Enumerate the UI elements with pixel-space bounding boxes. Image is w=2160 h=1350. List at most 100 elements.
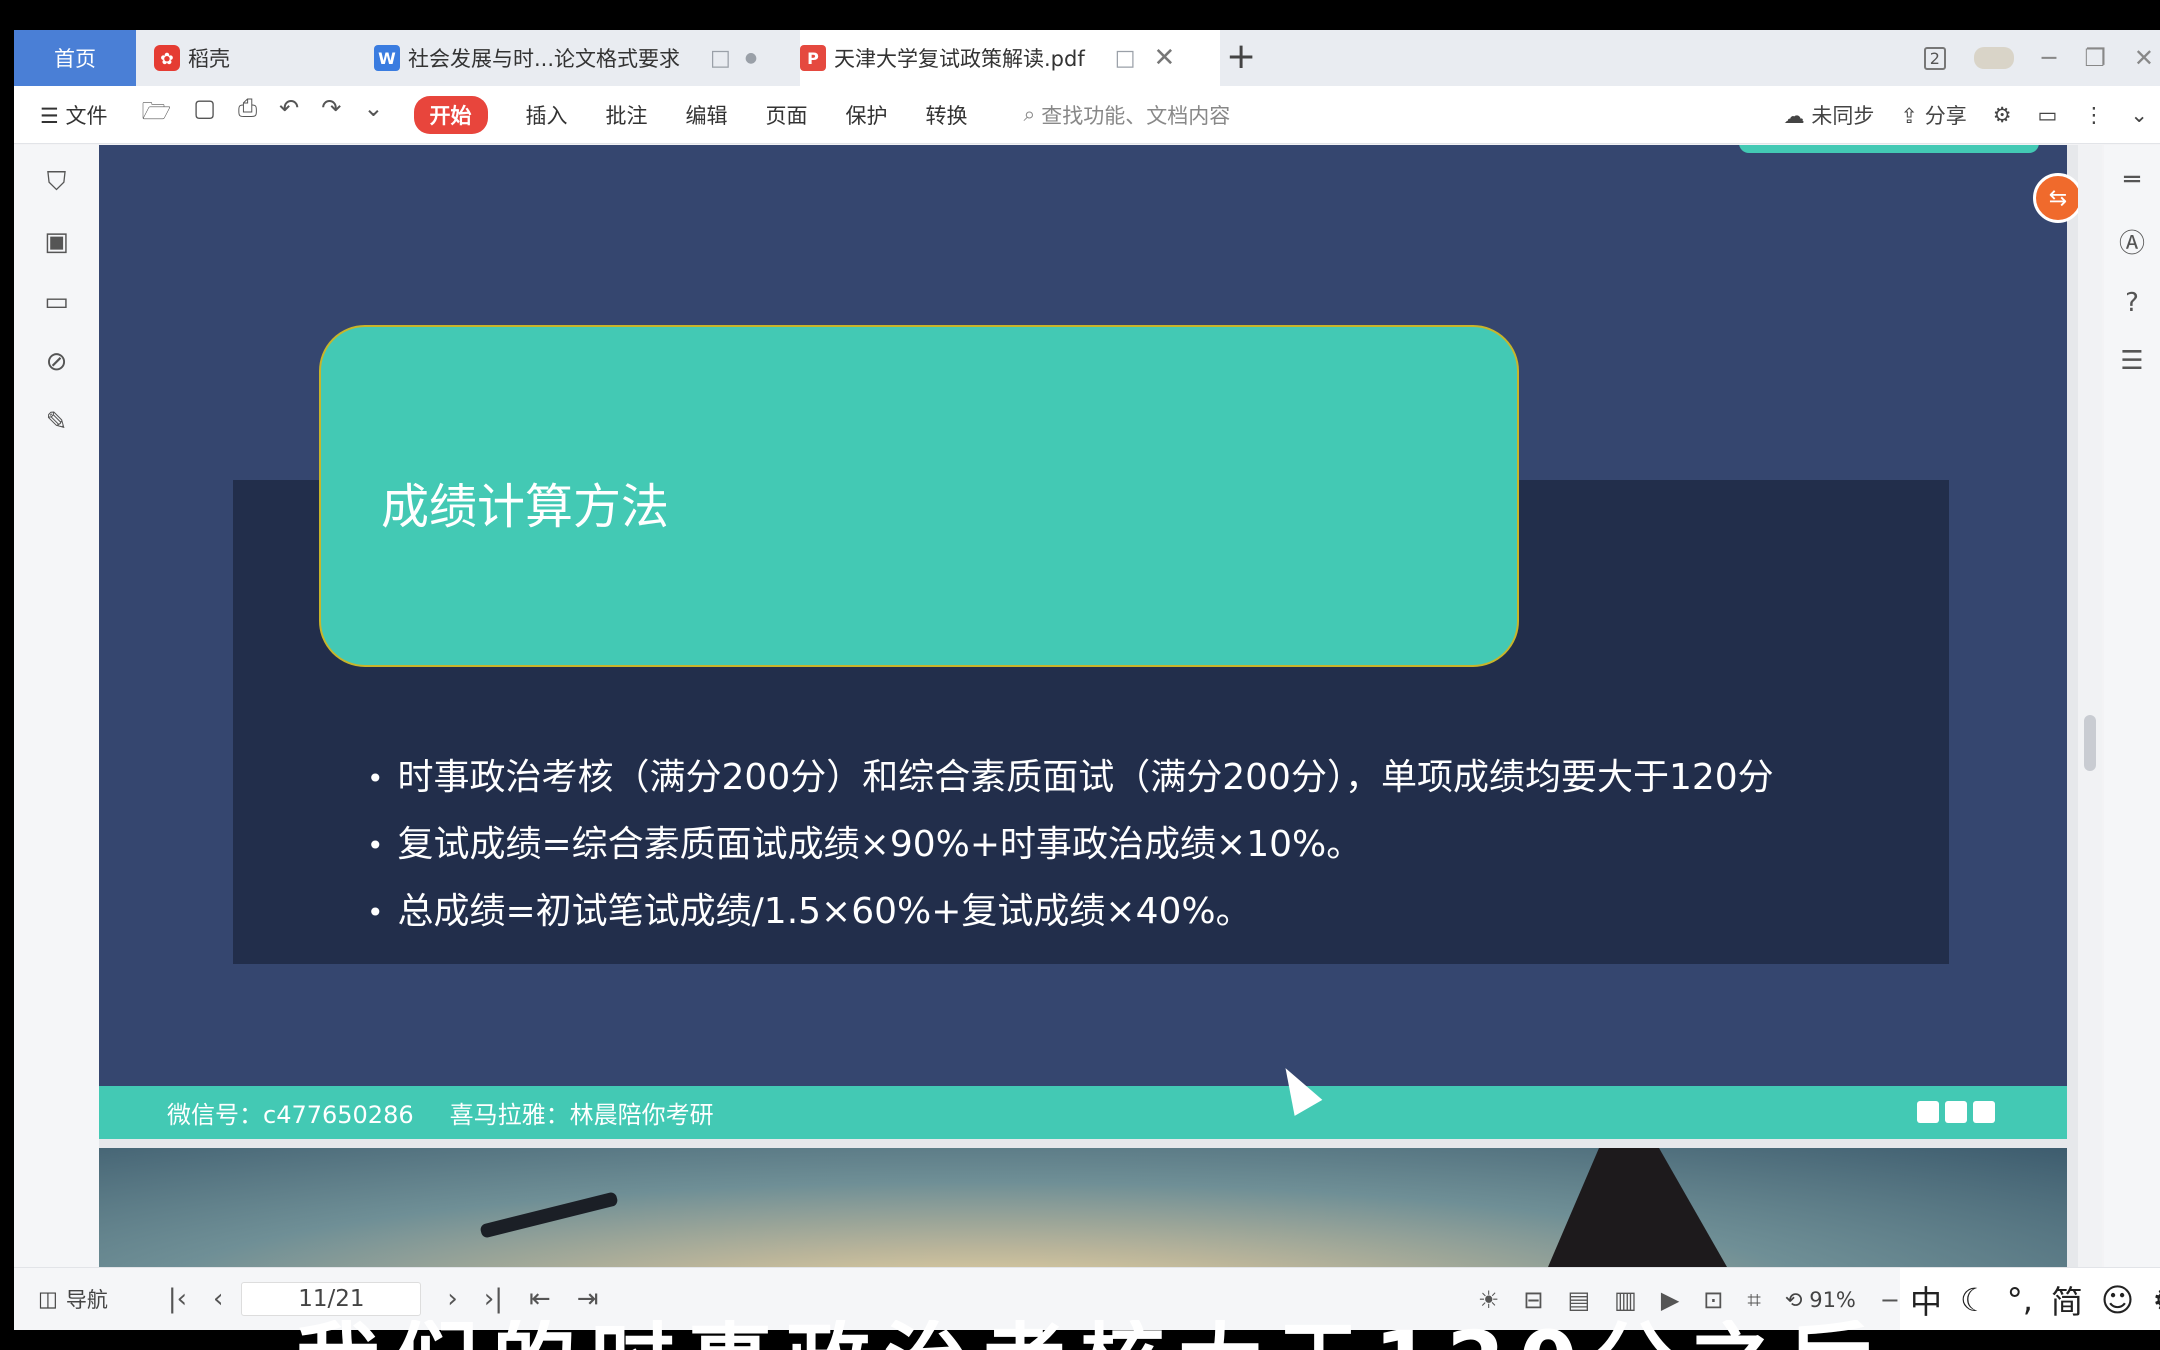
tab-annotate[interactable]: 批注	[606, 100, 648, 130]
pin-icon[interactable]: □	[1115, 46, 1136, 71]
search-input[interactable]: ⌕ 查找功能、文档内容	[1024, 100, 1231, 130]
fit-page-icon[interactable]: ⌗	[1747, 1286, 1761, 1314]
tab-word-doc-label: 社会发展与时...论文格式要求	[408, 47, 681, 71]
more-vertical-icon[interactable]: ⋮	[2083, 103, 2104, 127]
tab-home[interactable]: 首页	[14, 30, 136, 86]
word-doc-icon: W	[374, 45, 400, 71]
page-number-input[interactable]: 11/21	[241, 1282, 422, 1316]
dot-icon: ●	[744, 50, 758, 66]
eye-protection-icon[interactable]: ☀	[1478, 1286, 1500, 1314]
actual-size-icon[interactable]: ⊡	[1703, 1286, 1723, 1314]
tab-protect[interactable]: 保护	[846, 100, 888, 130]
subtitle-text: 我们的时事政治考核大于120分之后	[296, 1320, 1885, 1350]
nav-pane-toggle[interactable]: ◫ 导航	[38, 1284, 108, 1314]
two-page-icon[interactable]: ▥	[1614, 1286, 1637, 1314]
pdf-page-slide: 成绩计算方法 时事政治考核（满分200分）和综合素质面试（满分200分），单项成…	[99, 145, 2078, 1139]
slide-title: 成绩计算方法	[381, 479, 670, 535]
scroll-thumb[interactable]	[2084, 715, 2096, 771]
right-sidebar: ═ Ⓐ ? ☰	[2104, 145, 2160, 1267]
tab-page[interactable]: 页面	[766, 100, 808, 130]
moon-icon[interactable]: ☾	[1960, 1281, 1989, 1319]
footer-ximalaya: 喜马拉雅：林晨陪你考研	[449, 1101, 714, 1129]
footer-decor	[1917, 1101, 1995, 1123]
pin-icon[interactable]: □	[710, 46, 731, 71]
minimize-icon[interactable]: ─	[2042, 44, 2056, 72]
tab-daoke[interactable]: ✿ 稻壳	[154, 30, 364, 86]
forward-icon[interactable]: ⇥	[577, 1284, 599, 1314]
tab-word-doc[interactable]: W 社会发展与时...论文格式要求 □ ●	[374, 30, 794, 86]
zoom-value: 91%	[1809, 1287, 1856, 1312]
comment-icon[interactable]: ▭	[42, 287, 72, 317]
tab-bar: 首页 ✿ 稻壳 W 社会发展与时...论文格式要求 □ ● P 天津大学复试政策…	[14, 30, 2160, 86]
signature-icon[interactable]: ✎	[42, 407, 72, 437]
gear-icon[interactable]: ⚙	[2152, 1281, 2160, 1319]
tab-edit[interactable]: 编辑	[686, 100, 728, 130]
tab-pdf-doc[interactable]: P 天津大学复试政策解读.pdf □ ✕	[800, 30, 1220, 86]
bookmark-icon[interactable]: ⛉	[42, 167, 72, 197]
single-page-icon[interactable]: ▤	[1567, 1286, 1590, 1314]
floating-assistant-icon[interactable]: ⇆	[2033, 173, 2078, 223]
avatar[interactable]	[1973, 47, 2014, 69]
close-tab-icon[interactable]: ✕	[1154, 43, 1176, 73]
first-page-icon[interactable]: |‹	[168, 1284, 187, 1314]
chevron-down-icon[interactable]: ⌄	[363, 94, 383, 135]
tab-pdf-doc-label: 天津大学复试政策解读.pdf	[834, 47, 1085, 71]
open-folder-icon[interactable]: 🗁	[142, 94, 172, 135]
attachment-icon[interactable]: ⊘	[42, 347, 72, 377]
zoom-out-icon[interactable]: −	[1880, 1286, 1900, 1314]
ime-script[interactable]: 简	[2051, 1277, 2083, 1323]
file-menu-label: 文件	[65, 103, 108, 128]
toolbar-right: ☁ 未同步 ⇪ 分享 ⚙ ▭ ⋮ ⌄	[1784, 86, 2148, 144]
document-view[interactable]: 成绩计算方法 时事政治考核（满分200分）和综合素质面试（满分200分），单项成…	[99, 145, 2078, 1267]
save-icon[interactable]: ▢	[193, 94, 216, 135]
undo-icon[interactable]: ↶	[279, 94, 299, 135]
multi-window-icon[interactable]: 2	[1923, 46, 1946, 70]
zoom-level[interactable]: ⟲ 91%	[1785, 1288, 1856, 1312]
wps-window: 首页 ✿ 稻壳 W 社会发展与时...论文格式要求 □ ● P 天津大学复试政策…	[14, 30, 2160, 1330]
image-icon[interactable]: ▣	[42, 227, 72, 257]
search-placeholder: 查找功能、文档内容	[1041, 103, 1231, 128]
tab-home-label: 首页	[54, 47, 96, 71]
redo-icon[interactable]: ↷	[321, 94, 341, 135]
daoke-icon: ✿	[154, 45, 180, 71]
sliders-icon[interactable]: ☰	[2120, 346, 2143, 376]
fit-width-icon[interactable]: ⊟	[1523, 1286, 1543, 1314]
close-window-icon[interactable]: ✕	[2134, 44, 2154, 72]
bullet-item: 复试成绩=综合素质面试成绩×90%+时事政治成绩×10%。	[367, 812, 1774, 879]
help-icon[interactable]: ?	[2125, 288, 2139, 318]
emoji-icon[interactable]: ☺	[2101, 1281, 2134, 1319]
title-card: 成绩计算方法	[319, 325, 1519, 667]
video-subtitle: 我们的时事政治考核大于120分之后	[0, 1320, 2160, 1350]
vertical-scrollbar[interactable]	[2078, 145, 2102, 1267]
drag-handle-icon[interactable]: ═	[2124, 165, 2140, 195]
settings-icon[interactable]: ⚙	[1993, 103, 2012, 127]
restore-icon[interactable]: ❐	[2084, 44, 2106, 72]
search-icon: ⌕	[1023, 102, 1036, 126]
last-page-icon[interactable]: ›|	[484, 1284, 503, 1314]
tab-start[interactable]: 开始	[413, 95, 488, 134]
ime-lang[interactable]: 中	[1910, 1277, 1942, 1323]
decor-bar	[1739, 145, 2039, 153]
quick-access: 🗁 ▢ ⎙ ↶ ↷ ⌄	[142, 94, 384, 135]
bullet-item: 总成绩=初试笔试成绩/1.5×60%+复试成绩×40%。	[367, 879, 1774, 946]
print-icon[interactable]: ⎙	[238, 94, 257, 135]
ime-punct[interactable]: °,	[2007, 1281, 2033, 1319]
file-menu[interactable]: ☰ 文件	[40, 100, 108, 130]
next-page-icon[interactable]: ›	[447, 1284, 457, 1314]
share-button[interactable]: ⇪ 分享	[1900, 100, 1966, 130]
ai-icon[interactable]: Ⓐ	[2119, 223, 2145, 260]
tab-daoke-label: 稻壳	[188, 47, 230, 71]
panel-icon: ◫	[38, 1287, 58, 1311]
tab-insert[interactable]: 插入	[526, 100, 568, 130]
page-nav-next: › ›| ⇤ ⇥	[447, 1284, 598, 1314]
nav-label: 导航	[65, 1288, 108, 1312]
play-icon[interactable]: ▶	[1661, 1286, 1679, 1314]
prev-page-icon[interactable]: ‹	[213, 1284, 223, 1314]
new-tab-button[interactable]: +	[1226, 36, 1256, 77]
collapse-icon[interactable]: ⌄	[2130, 103, 2148, 127]
back-icon[interactable]: ⇤	[529, 1284, 551, 1314]
comment-icon[interactable]: ▭	[2038, 103, 2058, 127]
sync-button[interactable]: ☁ 未同步	[1784, 100, 1875, 130]
left-sidebar: ⛉ ▣ ▭ ⊘ ✎	[14, 145, 99, 1267]
tab-convert[interactable]: 转换	[926, 100, 968, 130]
